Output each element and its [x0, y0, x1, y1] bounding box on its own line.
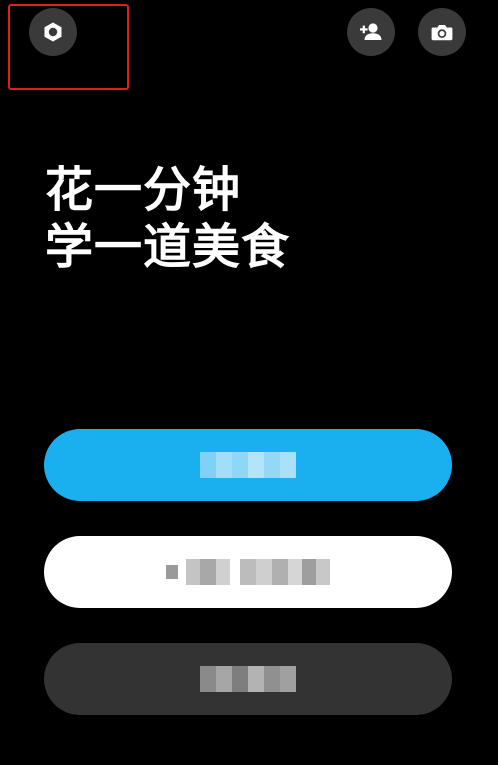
- settings-icon: [44, 22, 62, 42]
- camera-button[interactable]: [418, 8, 466, 56]
- tertiary-action-button[interactable]: [44, 643, 452, 715]
- pixelated-label: [200, 665, 296, 693]
- pixelated-label: [166, 558, 330, 586]
- headline-line-2: 学一道美食: [45, 219, 291, 275]
- secondary-action-button[interactable]: [44, 536, 452, 608]
- headline: 花一分钟 学一道美食: [45, 162, 290, 276]
- camera-icon: [431, 25, 453, 41]
- primary-action-button[interactable]: [44, 429, 452, 501]
- add-friend-button[interactable]: [347, 8, 395, 56]
- add-friend-icon: [360, 23, 382, 40]
- settings-button[interactable]: [29, 8, 77, 56]
- pixelated-label: [200, 451, 296, 479]
- headline-line-1: 花一分钟: [45, 162, 242, 218]
